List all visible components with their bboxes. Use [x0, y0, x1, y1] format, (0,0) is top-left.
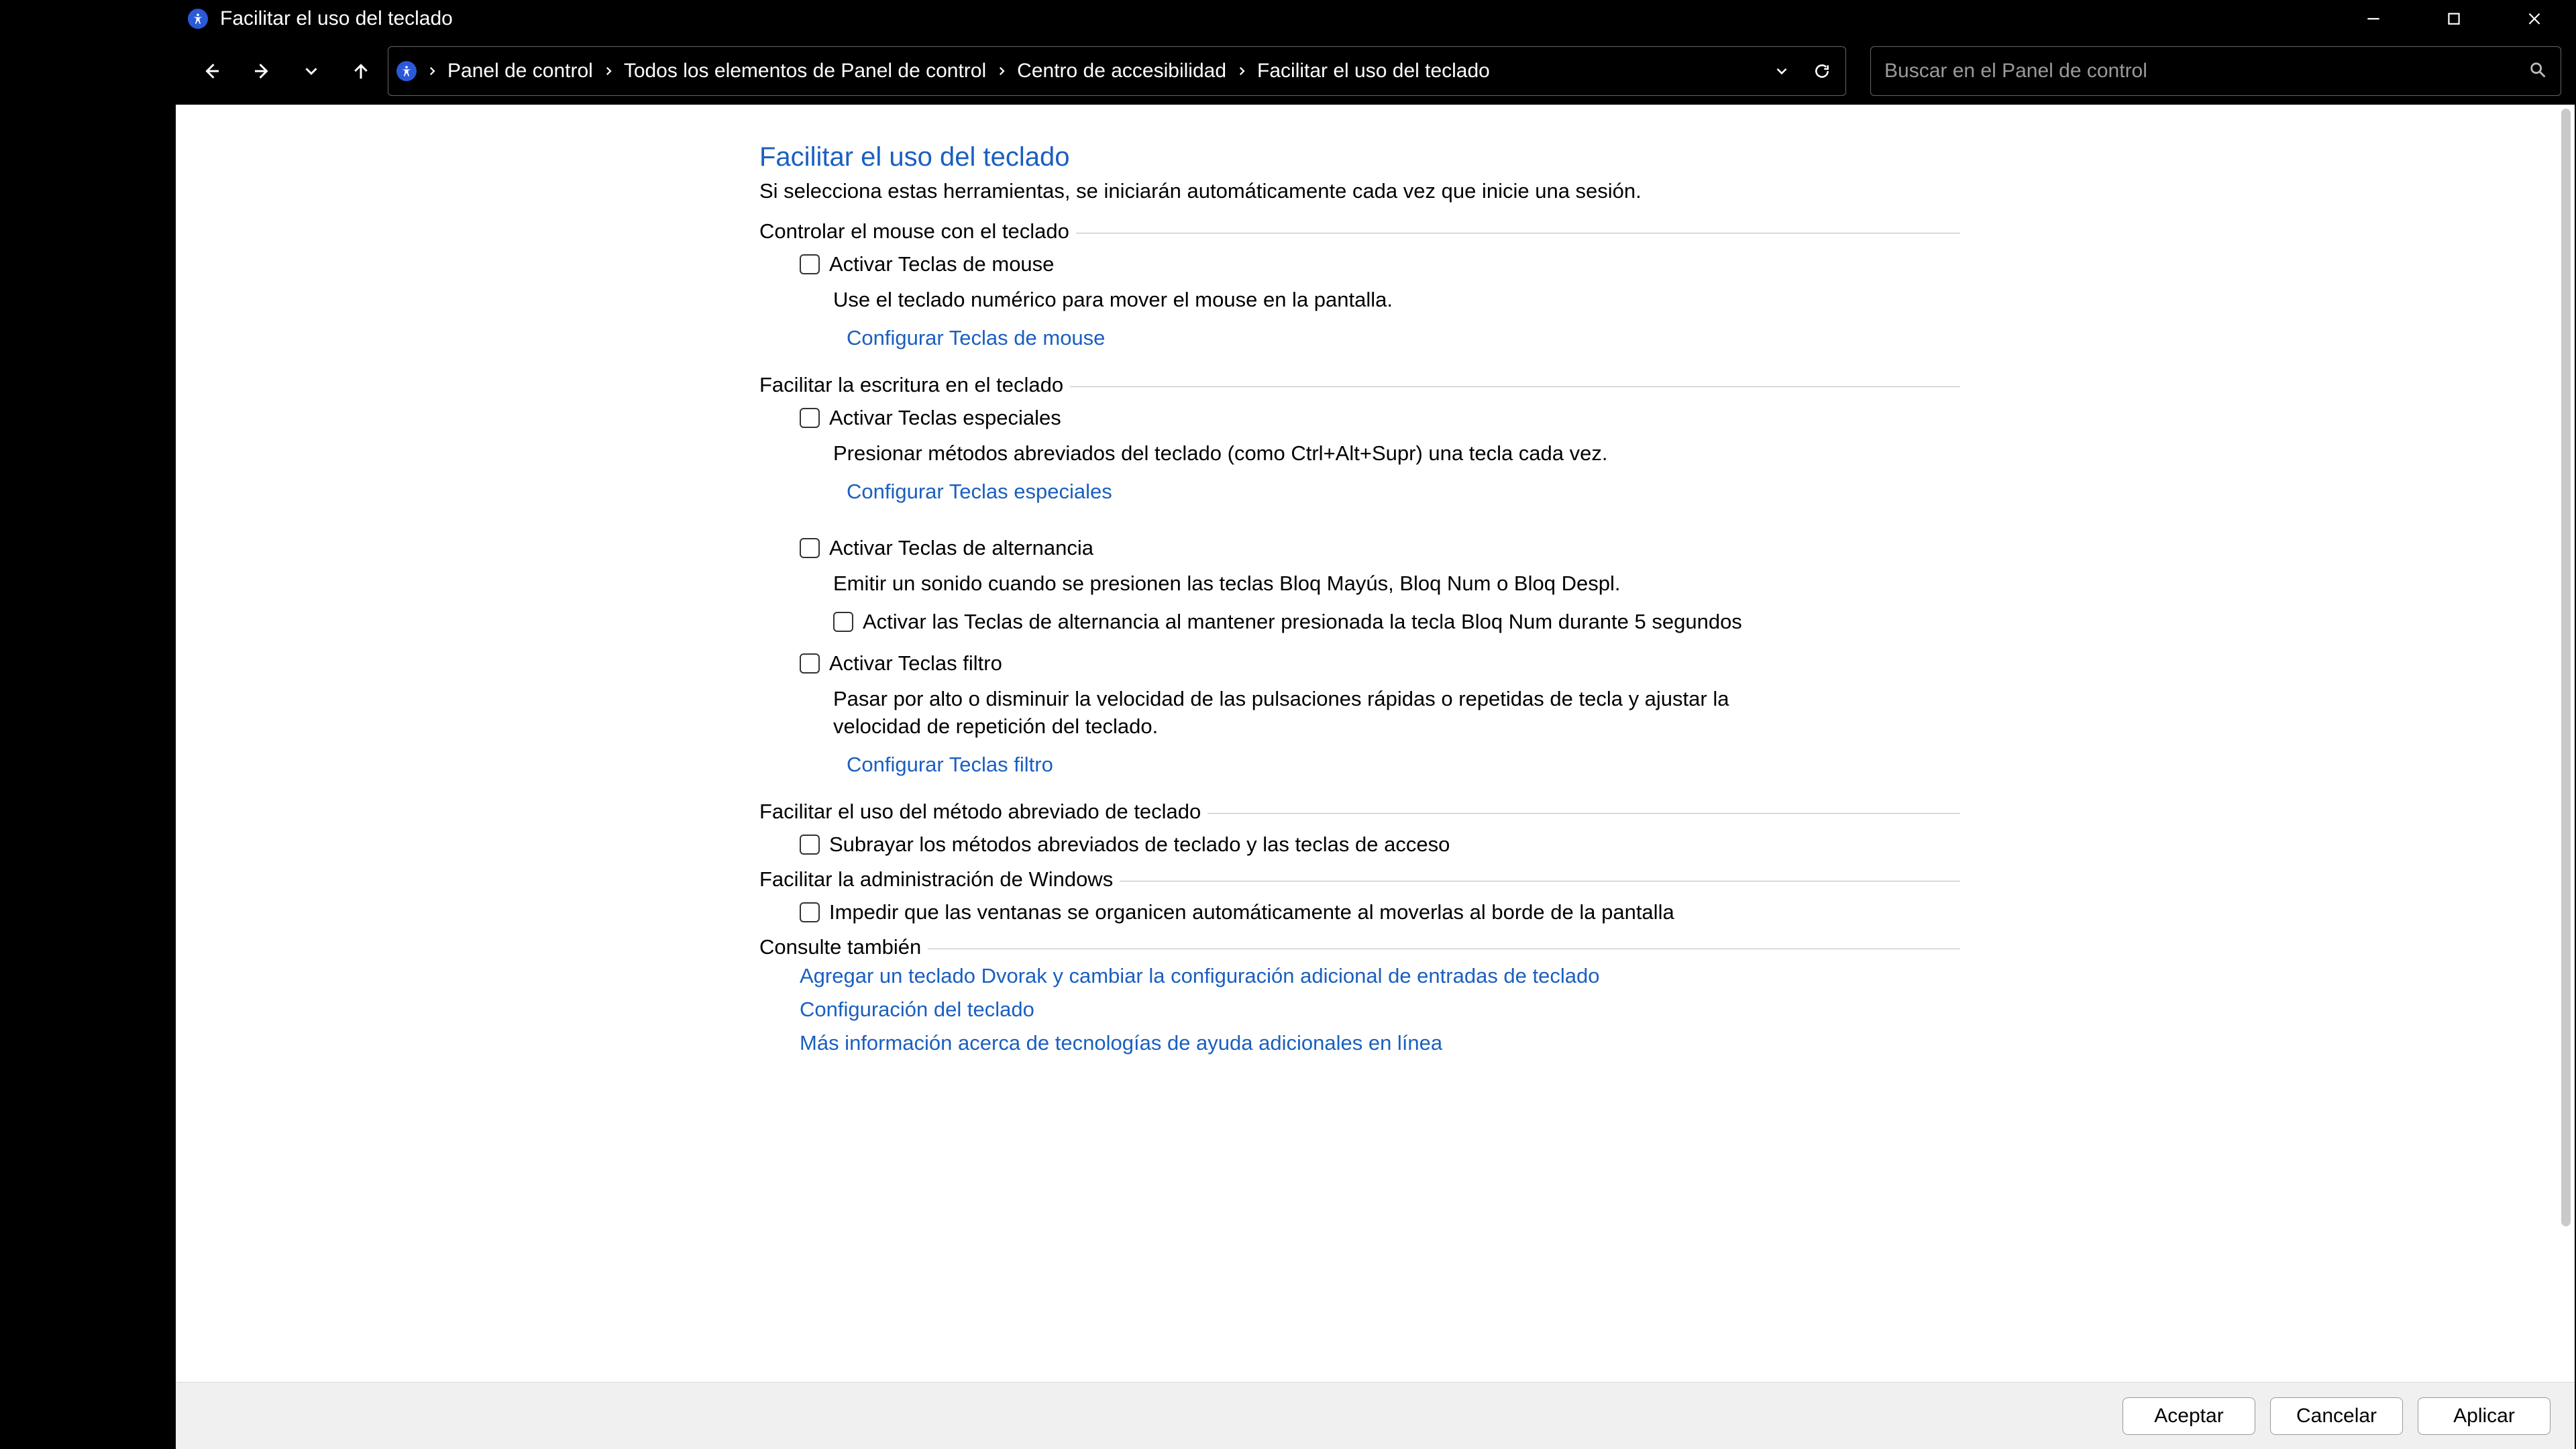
search-input[interactable]: [1884, 60, 2528, 83]
minimize-button[interactable]: [2333, 0, 2414, 38]
underline-shortcuts-checkbox[interactable]: [800, 835, 820, 855]
window-title: Facilitar el uso del teclado: [220, 7, 453, 30]
cancel-button[interactable]: Cancelar: [2270, 1397, 2403, 1435]
sticky-keys-checkbox[interactable]: [800, 408, 820, 428]
scrollbar-thumb[interactable]: [2561, 109, 2571, 1226]
sticky-keys-description: Presionar métodos abreviados del teclado…: [800, 439, 1766, 468]
toggle-keys-description: Emitir un sonido cuando se presionen las…: [800, 570, 1766, 598]
vertical-scrollbar[interactable]: [2561, 109, 2571, 1379]
group-legend: Consulte también: [759, 935, 928, 959]
ease-of-access-icon: [188, 9, 208, 29]
chevron-right-icon[interactable]: [422, 60, 442, 83]
recent-locations-button[interactable]: [288, 48, 334, 94]
prevent-snap-label[interactable]: Impedir que las ventanas se organicen au…: [829, 900, 1674, 924]
forward-button[interactable]: [239, 48, 284, 94]
navigation-bar: Panel de control Todos los elementos de …: [176, 38, 2575, 105]
group-typing: Facilitar la escritura en el teclado Act…: [759, 386, 1960, 789]
toggle-keys-numlock-checkbox[interactable]: [833, 612, 853, 632]
group-windows-admin: Facilitar la administración de Windows I…: [759, 881, 1960, 924]
close-button[interactable]: [2494, 0, 2575, 38]
configure-filter-keys-link[interactable]: Configurar Teclas filtro: [800, 753, 1053, 777]
apply-button[interactable]: Aplicar: [2418, 1397, 2551, 1435]
address-bar[interactable]: Panel de control Todos los elementos de …: [388, 46, 1846, 96]
configure-sticky-keys-link[interactable]: Configurar Teclas especiales: [800, 480, 1112, 504]
titlebar: Facilitar el uso del teclado: [176, 0, 2575, 38]
ok-button[interactable]: Aceptar: [2123, 1397, 2255, 1435]
chevron-right-icon[interactable]: [1232, 60, 1252, 83]
search-box[interactable]: [1870, 46, 2561, 96]
dialog-button-bar: Aceptar Cancelar Aplicar: [176, 1382, 2575, 1449]
mouse-keys-description: Use el teclado numérico para mover el mo…: [800, 286, 1766, 314]
page-heading: Facilitar el uso del teclado: [759, 142, 1960, 172]
breadcrumb-segment[interactable]: Panel de control: [442, 60, 598, 83]
toggle-keys-checkbox[interactable]: [800, 538, 820, 558]
group-mouse-keys: Controlar el mouse con el teclado Activa…: [759, 233, 1960, 362]
see-also-assistive-tech-link[interactable]: Más información acerca de tecnologías de…: [800, 1031, 1960, 1055]
page-subtitle: Si selecciona estas herramientas, se ini…: [759, 179, 1960, 203]
content-area: Facilitar el uso del teclado Si seleccio…: [176, 105, 2575, 1449]
toggle-keys-numlock-label[interactable]: Activar las Teclas de alternancia al man…: [863, 610, 1742, 634]
configure-mouse-keys-link[interactable]: Configurar Teclas de mouse: [800, 326, 1105, 350]
filter-keys-description: Pasar por alto o disminuir la velocidad …: [800, 685, 1766, 741]
group-legend: Facilitar la administración de Windows: [759, 867, 1120, 892]
page-body: Facilitar el uso del teclado Si seleccio…: [176, 105, 1960, 1055]
search-icon[interactable]: [2528, 60, 2547, 83]
toggle-keys-label[interactable]: Activar Teclas de alternancia: [829, 536, 1093, 560]
breadcrumb-segment[interactable]: Todos los elementos de Panel de control: [619, 60, 991, 83]
prevent-snap-checkbox[interactable]: [800, 902, 820, 922]
group-legend: Controlar el mouse con el teclado: [759, 219, 1076, 244]
mouse-keys-checkbox[interactable]: [800, 254, 820, 274]
maximize-button[interactable]: [2414, 0, 2494, 38]
group-legend: Facilitar la escritura en el teclado: [759, 373, 1070, 397]
scroll-region: Facilitar el uso del teclado Si seleccio…: [176, 105, 2575, 1449]
back-button[interactable]: [189, 48, 235, 94]
sticky-keys-label[interactable]: Activar Teclas especiales: [829, 406, 1061, 430]
filter-keys-label[interactable]: Activar Teclas filtro: [829, 651, 1002, 676]
see-also-dvorak-link[interactable]: Agregar un teclado Dvorak y cambiar la c…: [800, 964, 1960, 988]
control-panel-window: Facilitar el uso del teclado Panel de co…: [176, 0, 2575, 1449]
breadcrumb-segment[interactable]: Facilitar el uso del teclado: [1252, 60, 1495, 83]
up-button[interactable]: [338, 48, 384, 94]
breadcrumb-segment[interactable]: Centro de accesibilidad: [1012, 60, 1232, 83]
address-history-button[interactable]: [1765, 54, 1799, 88]
see-also-keyboard-settings-link[interactable]: Configuración del teclado: [800, 998, 1960, 1022]
filter-keys-checkbox[interactable]: [800, 653, 820, 674]
refresh-button[interactable]: [1805, 54, 1839, 88]
mouse-keys-label[interactable]: Activar Teclas de mouse: [829, 252, 1054, 276]
chevron-right-icon[interactable]: [991, 60, 1012, 83]
window-left-gutter: [0, 0, 176, 1449]
underline-shortcuts-label[interactable]: Subrayar los métodos abreviados de tecla…: [829, 833, 1450, 857]
chevron-right-icon[interactable]: [598, 60, 619, 83]
group-legend: Facilitar el uso del método abreviado de…: [759, 800, 1208, 824]
ease-of-access-icon: [396, 61, 417, 81]
group-see-also: Consulte también Agregar un teclado Dvor…: [759, 949, 1960, 1055]
group-shortcuts: Facilitar el uso del método abreviado de…: [759, 813, 1960, 857]
